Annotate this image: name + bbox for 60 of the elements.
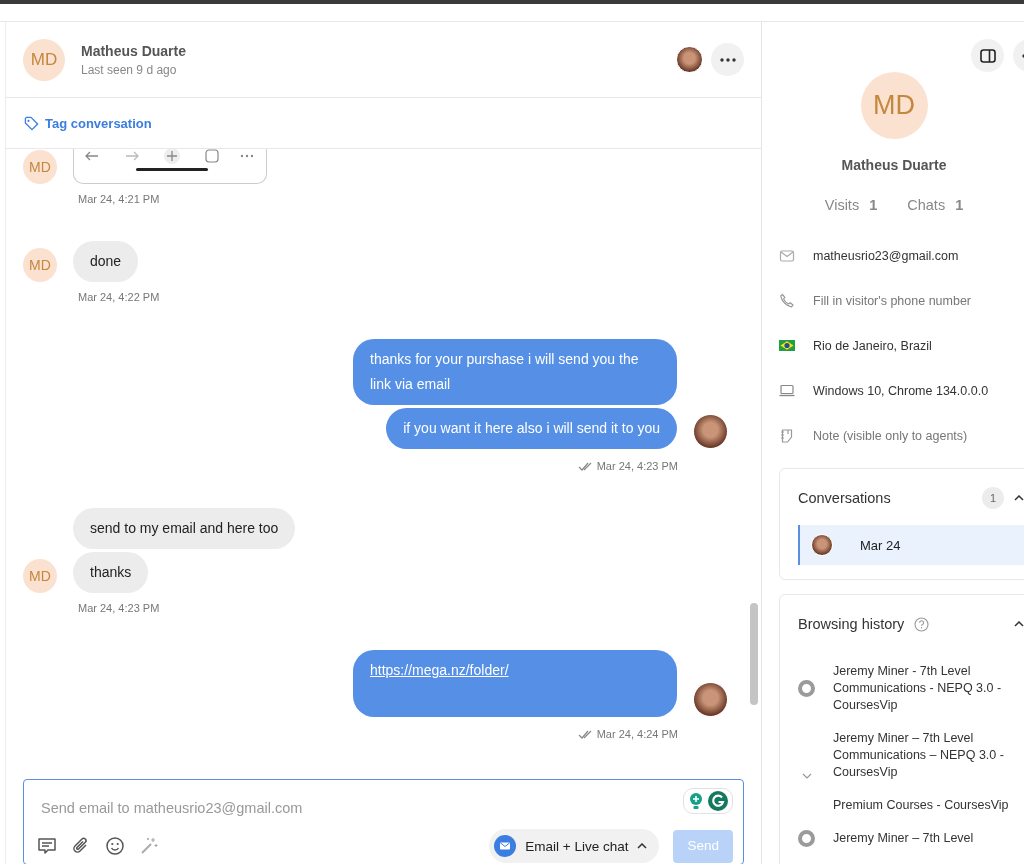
panel-toggle-button[interactable] (971, 39, 1004, 72)
message-bubble: if you want it here also i will send it to you (386, 408, 677, 449)
lightbulb-icon (688, 792, 704, 810)
page-title-text: Jeremy Miner – 7th Level Communications – NEPQ 3.0 - CoursesVip (833, 730, 1005, 781)
agent-avatar (693, 414, 728, 449)
visitor-avatar: MD (23, 38, 65, 81)
writing-assistant-badge[interactable] (683, 788, 733, 814)
message-input-field[interactable]: Send email to matheusrio23@gmail.com Email + Live chat Send (23, 779, 744, 864)
message-bubble: thanks for your purshase i will send you the link via email (353, 339, 677, 405)
message-bubble: thanks (73, 552, 149, 593)
scrollbar[interactable] (750, 603, 758, 705)
tag-icon (24, 115, 39, 131)
screenshot-thumbnail[interactable] (73, 149, 267, 184)
help-icon[interactable] (914, 616, 930, 632)
g-logo-icon (708, 791, 728, 811)
mail-icon (494, 835, 517, 857)
laptop-icon (779, 384, 795, 397)
phone-icon (779, 293, 795, 308)
page-title-text: Jeremy Miner - 7th Level Communications - NEPQ 3.0 - CoursesVip (833, 663, 1003, 714)
flag-icon (779, 340, 795, 351)
chevron-icon[interactable] (1014, 495, 1024, 501)
chevron-down-icon[interactable] (801, 773, 812, 779)
more-icon (719, 57, 736, 62)
mail-icon (779, 249, 795, 262)
more-button[interactable] (711, 43, 744, 76)
visitor-avatar: MD (23, 150, 57, 184)
message-time: Mar 24, 4:24 PM (596, 728, 678, 740)
count-badge: 1 (982, 487, 1004, 509)
agent-avatar (676, 46, 703, 73)
visitor-name: Matheus Duarte (81, 42, 187, 59)
agent-avatar (693, 682, 728, 717)
message-bubble: done (73, 241, 139, 282)
chevron-icon[interactable] (1014, 621, 1024, 627)
emoji-icon[interactable] (105, 836, 125, 856)
conversation-item[interactable]: Mar 24 (798, 525, 1024, 565)
detail-text: Windows 10, Chrome 134.0.0.0 (813, 383, 989, 398)
channel-selector[interactable]: Email + Live chat (489, 829, 660, 863)
section-title: Browsing history (798, 616, 905, 632)
message-time: Mar 24, 4:23 PM (78, 602, 161, 614)
canned-response-icon[interactable] (37, 836, 57, 856)
notepad-icon (779, 427, 795, 444)
caret-icon (637, 843, 648, 849)
last-seen-text: Last seen 9 d ago (81, 62, 178, 77)
stat-text: Chats 1 (907, 197, 964, 213)
tag-conversation-link[interactable]: Tag conversation (24, 115, 152, 131)
message-time: Mar 24, 4:23 PM (596, 460, 678, 472)
message-time: Mar 24, 4:21 PM (78, 193, 161, 205)
message-time: Mar 24, 4:22 PM (78, 291, 161, 303)
page-title-text: Premium Courses - CoursesVip (833, 797, 1010, 814)
visitor-avatar: MD (23, 248, 57, 282)
visitor-avatar: MD (860, 72, 928, 139)
detail-text: Rio de Janeiro, Brazil (813, 338, 932, 353)
message-bubble: send to my email and here too (73, 508, 296, 549)
page-title-text: Jeremy Miner – 7th Level (833, 830, 975, 847)
section-title: Conversations (798, 490, 891, 506)
visitor-avatar: MD (23, 559, 57, 593)
visitor-name: Matheus Duarte (841, 157, 947, 173)
detail-text: matheusrio23@gmail.com (813, 248, 959, 263)
panel-icon (979, 48, 996, 63)
stat-text: Visits 1 (824, 197, 878, 213)
